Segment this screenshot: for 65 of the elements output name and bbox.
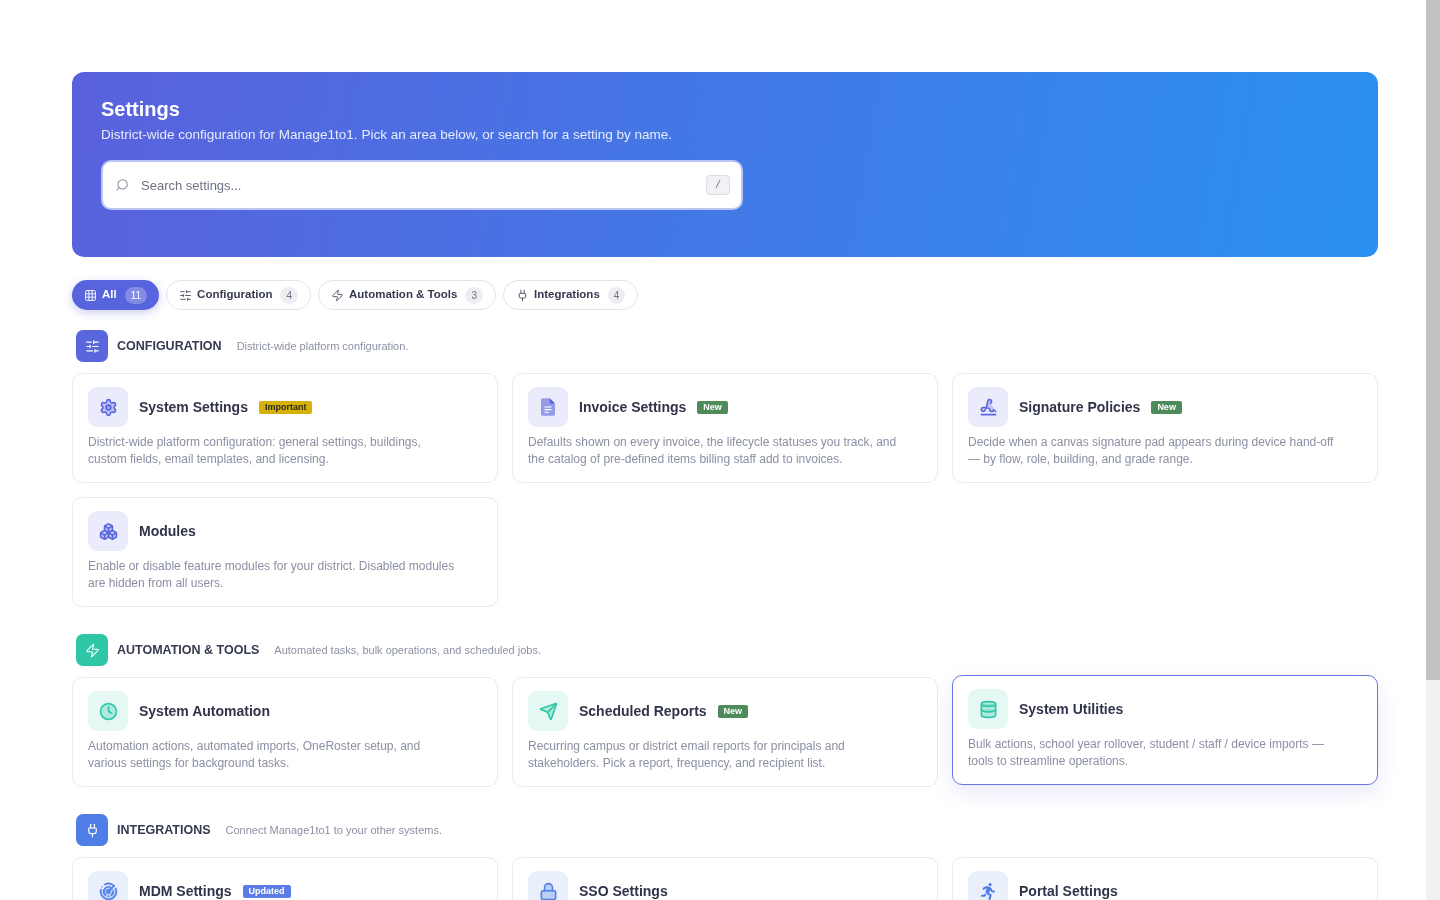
search-icon [115, 178, 129, 192]
settings-card[interactable]: System Settings Important District-wide platform configuration: general settings, buildings, custom fields, email templates, and licensing. [72, 373, 498, 483]
lock-icon [528, 871, 568, 900]
plug-icon [516, 288, 529, 302]
section-description: District-wide platform configuration. [236, 338, 409, 354]
section-title: AUTOMATION & TOOLS [117, 641, 260, 659]
settings-card[interactable]: System Utilities Bulk actions, school year rollover, student / staff / device imports — tools to streamline operations. [952, 675, 1378, 785]
gear-icon [88, 387, 128, 427]
status-badge: New [1151, 400, 1182, 414]
card-title: SSO Settings [579, 883, 668, 899]
filter-tab[interactable]: Automation & Tools 3 [318, 280, 496, 310]
card-title: System Utilities [1019, 701, 1124, 717]
settings-card[interactable]: Signature Policies New Decide when a canvas signature pad appears during device hand-off — by flow, role, building, and grade range. [952, 373, 1378, 483]
count-badge: 4 [280, 286, 299, 304]
card-title: Invoice Settings [579, 399, 687, 415]
card-title: MDM Settings [139, 883, 232, 899]
card-description: Automation actions, automated imports, OneRoster setup, and various settings for background tasks. [88, 738, 422, 772]
running-person-icon [968, 871, 1008, 900]
shortcut-key: / [706, 175, 730, 195]
database-icon [968, 689, 1008, 729]
card-description: Decide when a canvas signature pad appears during device hand-off — by flow, role, building, and grade range. [968, 434, 1335, 468]
page-title: Settings [101, 97, 180, 122]
card-title: System Automation [139, 703, 270, 719]
cubes-icon [88, 511, 128, 551]
filter-tab[interactable]: Integrations 4 [503, 280, 639, 310]
count-badge: 4 [607, 286, 626, 304]
settings-card[interactable]: Modules Enable or disable feature modules for your district. Disabled modules are hidden from all users. [72, 497, 498, 607]
filter-tab[interactable]: All 11 [72, 280, 160, 310]
signature-icon [968, 387, 1008, 427]
card-description: Recurring campus or district email reports for principals and stakeholders. Pick a report, frequency, and recipient list. [528, 738, 846, 772]
settings-card[interactable]: MDM Settings Updated [72, 857, 498, 900]
card-description: Defaults shown on every invoice, the lifecycle statuses you track, and the catalog of pre-defined items billing staff add to invoices. [528, 434, 898, 468]
settings-card[interactable]: System Automation Automation actions, automated imports, OneRoster setup, and various settings for background tasks. [72, 677, 498, 787]
document-icon [528, 387, 568, 427]
section-title: INTEGRATIONS [117, 821, 211, 839]
card-title: System Settings [139, 399, 248, 415]
settings-card[interactable]: Invoice Settings New Defaults shown on every invoice, the lifecycle statuses you track, and the catalog of pre-defined items billing staff add to invoices. [512, 373, 938, 483]
filter-tab[interactable]: Configuration 4 [166, 280, 312, 310]
status-badge: New [697, 400, 728, 414]
paper-plane-icon [528, 691, 568, 731]
section-title: CONFIGURATION [117, 337, 222, 355]
count-badge: 11 [124, 286, 148, 304]
scrollbar-thumb[interactable] [1426, 0, 1440, 680]
card-title: Scheduled Reports [579, 703, 707, 719]
lightning-icon [331, 288, 345, 302]
settings-card[interactable]: Portal Settings [952, 857, 1378, 900]
card-title: Modules [139, 523, 196, 539]
radar-icon [88, 871, 128, 900]
card-description: Enable or disable feature modules for your district. Disabled modules are hidden from all users. [88, 558, 456, 592]
page-subtitle: District-wide configuration for Manage1to1. Pick an area below, or search for a setting by name. [101, 127, 673, 143]
card-title: Portal Settings [1019, 883, 1118, 899]
status-badge: New [717, 704, 749, 718]
grid-icon [84, 288, 97, 302]
section-description: Connect Manage1to1 to your other systems. [225, 822, 442, 838]
section-description: Automated tasks, bulk operations, and scheduled jobs. [274, 642, 541, 658]
clock-icon [88, 691, 128, 731]
card-title: Signature Policies [1019, 399, 1141, 415]
settings-card[interactable]: SSO Settings [512, 857, 938, 900]
settings-card[interactable]: Scheduled Reports New Recurring campus or district email reports for principals and stakeholders. Pick a report, frequency, and recipient list. [512, 677, 938, 787]
count-badge: 3 [465, 286, 483, 304]
sliders-icon [179, 288, 193, 302]
status-badge: Important [258, 400, 313, 414]
card-description: Bulk actions, school year rollover, student / staff / device imports — tools to streamline operations. [968, 736, 1325, 770]
status-badge: Updated [242, 884, 291, 898]
card-description: District-wide platform configuration: general settings, buildings, custom fields, email templates, and licensing. [88, 434, 422, 468]
